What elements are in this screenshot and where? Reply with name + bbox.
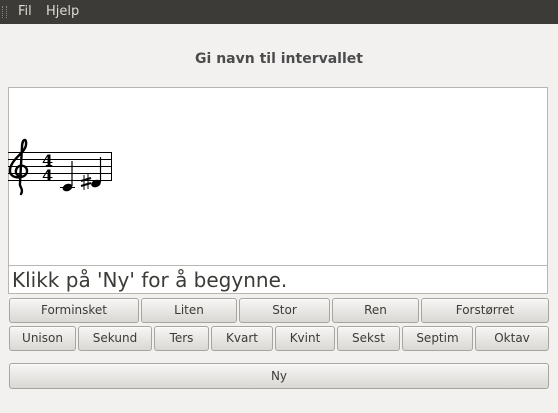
interval-button-fourth[interactable]: Kvart bbox=[211, 326, 273, 351]
time-signature-bottom: 4 bbox=[42, 166, 53, 185]
interval-button-octave[interactable]: Oktav bbox=[475, 326, 549, 351]
interval-button-sixth[interactable]: Sekst bbox=[337, 326, 400, 351]
menu-file[interactable]: Fil bbox=[18, 4, 32, 20]
interval-button-fifth[interactable]: Kvint bbox=[275, 326, 335, 351]
status-message: Klikk på 'Ny' for å begynne. bbox=[8, 266, 548, 294]
sharp-icon bbox=[80, 174, 92, 190]
interval-button-unison[interactable]: Unison bbox=[9, 326, 76, 351]
note-d-sharp-4 bbox=[91, 157, 102, 188]
quality-button-augmented[interactable]: Forstørret bbox=[421, 298, 549, 323]
menu-bar: Fil Hjelp bbox=[0, 0, 558, 24]
menubar-grip bbox=[2, 6, 7, 18]
interval-button-second[interactable]: Sekund bbox=[78, 326, 152, 351]
music-display: 4 4 bbox=[8, 87, 548, 266]
note-c4 bbox=[60, 161, 75, 192]
staff-notation: 4 4 bbox=[8, 138, 112, 196]
interval-button-seventh[interactable]: Septim bbox=[402, 326, 473, 351]
quality-button-major[interactable]: Stor bbox=[239, 298, 330, 323]
quality-button-minor[interactable]: Liten bbox=[141, 298, 237, 323]
exercise-title: Gi navn til intervallet bbox=[195, 51, 363, 67]
interval-button-third[interactable]: Ters bbox=[154, 326, 209, 351]
quality-button-perfect[interactable]: Ren bbox=[332, 298, 419, 323]
menu-help[interactable]: Hjelp bbox=[46, 4, 79, 20]
new-button[interactable]: Ny bbox=[9, 363, 549, 389]
quality-button-diminished[interactable]: Forminsket bbox=[9, 298, 139, 323]
